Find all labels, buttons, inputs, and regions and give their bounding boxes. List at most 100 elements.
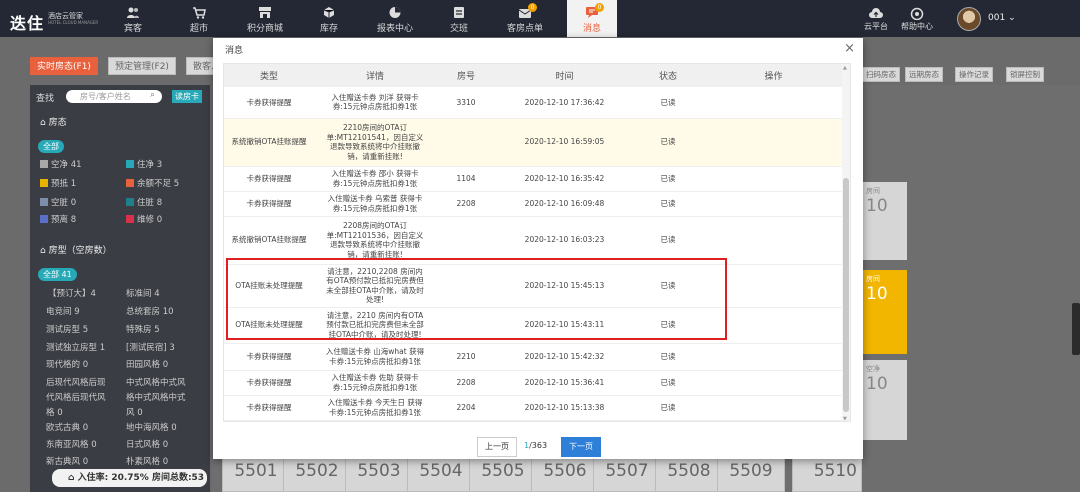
tab-realtime-status[interactable]: 实时房态(F1) [30, 57, 98, 75]
status-color-swatch [40, 215, 48, 223]
filter-all-room-types[interactable]: 全部 41 [38, 268, 77, 281]
room-type-item[interactable]: 东南亚风格 0 [46, 438, 97, 450]
search-input[interactable]: 房号/客户姓名 [66, 90, 162, 103]
message-status: 已读 [633, 87, 703, 119]
tab-future-status[interactable]: 远期房态 [905, 67, 943, 82]
message-status: 已读 [633, 216, 703, 265]
nav-room-order[interactable]: 0 客房点单 [500, 0, 550, 37]
tab-lock-screen[interactable]: 锁屏控制 [1006, 67, 1044, 82]
table-row[interactable]: 系统撤销OTA挂账提醒 2208房间的OTA订单:MT12101536，因自定义… [224, 216, 844, 265]
highlight-annotation-box [226, 258, 727, 340]
side-dock-handle[interactable] [1072, 303, 1080, 355]
status-filter-item[interactable]: 预离 8 [40, 213, 76, 225]
nav-handover[interactable]: 交班 [434, 0, 484, 37]
status-filter-item[interactable]: 住脏 8 [126, 196, 162, 208]
status-filter-item[interactable]: 余额不足 5 [126, 177, 179, 189]
message-action [703, 395, 844, 421]
message-time: 2020-12-10 15:36:41 [496, 370, 633, 396]
room-type-item[interactable]: 代风格后现代风 [46, 391, 106, 403]
nav-inventory[interactable]: 库存 [304, 0, 354, 37]
room-type-item[interactable]: 地中海风格 0 [126, 421, 177, 433]
table-row[interactable]: 卡券获得提醒 入住赠送卡券 佐助 获得卡券:15元钟点房抵扣券1张 2208 2… [224, 370, 844, 396]
message-detail: 入住赠送卡券 今天生日 获得卡券:15元钟点房抵扣券1张 [314, 395, 436, 421]
room-type-item[interactable]: 标准间 4 [126, 287, 160, 299]
tab-operation-log[interactable]: 操作记录 [955, 67, 993, 82]
next-page-button[interactable]: 下一页 [561, 437, 601, 457]
status-filter-item[interactable]: 维修 0 [126, 213, 162, 225]
room-type-item[interactable]: 后现代风格后现 [46, 376, 106, 388]
room-card[interactable]: 房间 10 [862, 182, 907, 260]
room-type-item[interactable]: 【预订大】4 [48, 287, 96, 299]
table-row[interactable]: 卡券获得提醒 入住赠送卡券 山海what 获得卡券:15元钟点房抵扣券1张 22… [224, 343, 844, 371]
filter-all-status[interactable]: 全部 [38, 140, 64, 153]
status-filter-item[interactable]: 住净 3 [126, 158, 162, 170]
tab-scan-status[interactable]: 扫码房态 [862, 67, 900, 82]
room-type-item[interactable]: 风 0 [126, 406, 143, 418]
room-type-item[interactable]: 田园风格 0 [126, 358, 168, 370]
nav-report-center[interactable]: 报表中心 [370, 0, 420, 37]
room-type-item[interactable]: 格 0 [46, 406, 63, 418]
status-color-swatch [40, 179, 48, 187]
nav-guests[interactable]: 宾客 [108, 0, 158, 37]
nav-help-center[interactable]: 帮助中心 [897, 0, 937, 32]
table-row[interactable]: 卡券获得提醒 入住赠送卡券 刘洋 获得卡券:15元钟点房抵扣券1张 3310 2… [224, 87, 844, 119]
room-type-item[interactable]: 格中式风格中式 [126, 391, 186, 403]
message-action [703, 87, 844, 119]
column-header-room: 房号 [436, 64, 496, 87]
room-type-item[interactable]: 新古典风 0 [46, 455, 88, 467]
status-filter-item[interactable]: 空净 41 [40, 158, 82, 170]
nav-supermarket[interactable]: 超市 [174, 0, 224, 37]
cloud-upload-icon [869, 8, 883, 18]
user-menu[interactable]: 001 ⌄ [988, 13, 1016, 23]
message-room: 2210 [436, 343, 496, 371]
room-type-item[interactable]: 日式风格 0 [126, 438, 168, 450]
room-type-item[interactable]: [测试民宿] 3 [126, 341, 175, 353]
message-status: 已读 [633, 191, 703, 217]
message-time: 2020-12-10 16:35:42 [496, 166, 633, 192]
status-filter-item[interactable]: 空脏 0 [40, 196, 76, 208]
room-type-item[interactable]: 欧式古典 0 [46, 421, 88, 433]
room-type-item[interactable]: 电竞间 9 [46, 305, 80, 317]
room-type-item[interactable]: 测试独立房型 1 [46, 341, 105, 353]
table-row[interactable]: 卡券获得提醒 入住赠送卡券 今天生日 获得卡券:15元钟点房抵扣券1张 2204… [224, 395, 844, 421]
room-type-item[interactable]: 测试房型 5 [46, 323, 88, 335]
home-icon: ⌂ [40, 118, 46, 128]
nav-cloud-platform[interactable]: 云平台 [862, 0, 890, 32]
column-header-status: 状态 [633, 64, 703, 87]
room-card[interactable]: 房间 10 [862, 270, 907, 354]
room-type-item[interactable]: 总统套房 10 [126, 305, 174, 317]
column-header-action: 操作 [703, 64, 844, 87]
room-type-item[interactable]: 现代格的 0 [46, 358, 88, 370]
read-card-button[interactable]: 读房卡 [172, 90, 202, 103]
app-logo-subtitle-en: HOTEL CLOUD MANAGER [48, 20, 99, 25]
room-type-item[interactable]: 特殊房 5 [126, 323, 160, 335]
message-type: 系统撤销OTA挂账提醒 [224, 118, 314, 167]
message-type: 卡券获得提醒 [224, 87, 314, 119]
table-scrollbar[interactable]: ▲ ▼ [842, 64, 850, 421]
messages-table: 类型 详情 房号 时间 状态 操作 卡券获得提醒 入住赠送卡券 刘洋 获得卡券:… [224, 64, 844, 421]
message-detail: 入住赠送卡券 佐助 获得卡券:15元钟点房抵扣券1张 [314, 370, 436, 396]
room-type-item[interactable]: 朴素风格 0 [126, 455, 168, 467]
room-type-item[interactable]: 中式风格中式风 [126, 376, 186, 388]
nav-handover-label: 交班 [449, 24, 468, 34]
tab-reservation-management[interactable]: 预定管理(F2) [108, 57, 176, 75]
message-action [703, 343, 844, 371]
room-card[interactable]: 空净 10 [862, 360, 907, 440]
scroll-up-icon[interactable]: ▲ [843, 65, 847, 71]
search-label: 查找 [36, 94, 55, 104]
search-icon[interactable]: ⌕ [150, 90, 155, 100]
messages-table-container[interactable]: 类型 详情 房号 时间 状态 操作 卡券获得提醒 入住赠送卡券 刘洋 获得卡券:… [223, 63, 851, 422]
scrollbar-thumb[interactable] [843, 178, 849, 412]
status-filter-item[interactable]: 预抵 1 [40, 177, 76, 189]
scroll-down-icon[interactable]: ▼ [843, 416, 847, 421]
table-row[interactable]: 系统撤销OTA挂账提醒 2210房间的OTA订单:MT12101541，因自定义… [224, 118, 844, 167]
nav-room-order-label: 客房点单 [506, 24, 543, 34]
prev-page-button[interactable]: 上一页 [477, 437, 517, 457]
user-avatar[interactable] [957, 7, 981, 31]
table-row[interactable]: 卡券获得提醒 入住赠送卡券 乌索普 获得卡券:15元钟点房抵扣券1张 2208 … [224, 191, 844, 217]
table-row[interactable]: 卡券获得提醒 入住赠送卡券 邵小 获得卡券:15元钟点房抵扣券1张 1104 2… [224, 166, 844, 192]
message-detail: 2208房间的OTA订单:MT12101536，因自定义退款导致系统将中介挂账撤… [314, 216, 436, 265]
nav-points-mall[interactable]: 积分商城 [240, 0, 290, 37]
close-icon[interactable]: × [844, 41, 855, 56]
nav-messages[interactable]: 0 消息 [567, 0, 617, 37]
